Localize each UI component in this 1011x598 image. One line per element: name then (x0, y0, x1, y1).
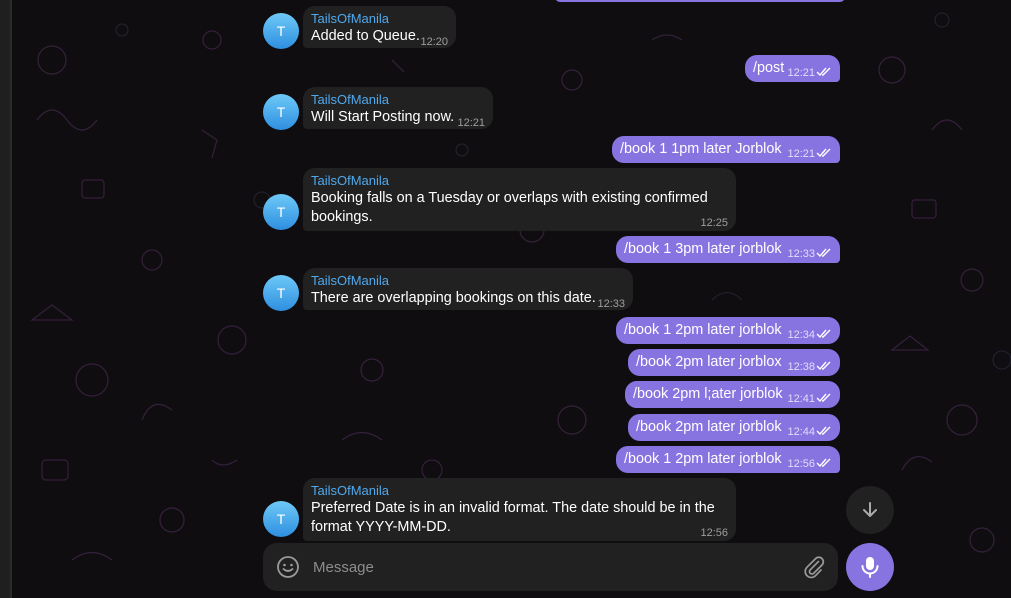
avatar-letter: T (276, 511, 286, 527)
avatar-letter: T (276, 204, 286, 220)
message-bubble-outgoing[interactable]: /book 1 1pm later Jorblok 12:21 (612, 136, 840, 163)
previous-message-edge (555, 0, 845, 2)
message-text: /book 1 2pm later jorblok (624, 322, 782, 338)
message-time: 12:21 (787, 64, 832, 83)
message-text: /book 1 2pm later jorblok (624, 451, 782, 467)
message-time: 12:34 (787, 326, 832, 345)
voice-message-button[interactable] (846, 543, 894, 591)
message-text: /book 1 3pm later jorblok (624, 241, 782, 257)
double-check-icon (816, 148, 831, 158)
double-check-icon (816, 329, 831, 339)
time-value: 12:34 (787, 329, 815, 341)
scroll-to-bottom-button[interactable] (846, 486, 894, 534)
message-time: 12:20 (420, 36, 448, 48)
message-text-line-2: format YYYY-MM-DD. (311, 519, 451, 535)
message-bubble-incoming[interactable]: TailsOfManila Will Start Posting now. 12… (303, 87, 493, 129)
message-bubble-outgoing[interactable]: /post 12:21 (745, 55, 840, 82)
message-bubble-outgoing[interactable]: /book 2pm later jorblox 12:38 (628, 349, 840, 376)
time-value: 12:21 (787, 148, 815, 160)
message-bubble-incoming[interactable]: TailsOfManila Booking falls on a Tuesday… (303, 168, 736, 231)
sender-name[interactable]: TailsOfManila (311, 483, 728, 499)
bot-avatar[interactable]: T (263, 13, 299, 49)
smile-icon[interactable] (275, 554, 301, 580)
sender-name[interactable]: TailsOfManila (311, 173, 728, 189)
message-time: 12:25 (700, 217, 728, 229)
sender-name[interactable]: TailsOfManila (311, 11, 448, 27)
message-text: Will Start Posting now. (311, 109, 455, 125)
time-value: 12:38 (787, 361, 815, 373)
message-text: /book 2pm later jorblok (636, 419, 782, 435)
arrow-down-icon (863, 502, 877, 517)
message-bubble-outgoing[interactable]: /book 1 2pm later jorblok 12:34 (616, 317, 840, 344)
message-bubble-incoming[interactable]: TailsOfManila There are overlapping book… (303, 268, 633, 310)
time-value: 12:21 (787, 67, 815, 79)
message-time: 12:56 (700, 527, 728, 539)
message-text: /book 2pm later jorblox (636, 354, 782, 370)
avatar-letter: T (276, 104, 286, 120)
message-bubble-outgoing[interactable]: /book 2pm later jorblok 12:44 (628, 414, 840, 441)
sender-name[interactable]: TailsOfManila (311, 273, 625, 289)
message-time: 12:21 (457, 117, 485, 129)
message-text: /book 1 1pm later Jorblok (620, 141, 782, 157)
message-time: 12:33 (787, 245, 832, 264)
bot-avatar[interactable]: T (263, 275, 299, 311)
message-time: 12:56 (787, 455, 832, 474)
message-text: There are overlapping bookings on this d… (311, 290, 596, 306)
avatar-letter: T (276, 285, 286, 301)
message-time: 12:38 (787, 358, 832, 377)
sender-name[interactable]: TailsOfManila (311, 92, 485, 108)
message-bubble-outgoing[interactable]: /book 1 2pm later jorblok 12:56 (616, 446, 840, 473)
message-bubble-incoming[interactable]: TailsOfManila Added to Queue. 12:20 (303, 6, 456, 48)
avatar-letter: T (276, 23, 286, 39)
message-text-line-1: Preferred Date is in an invalid format. … (311, 500, 715, 516)
time-value: 12:44 (787, 426, 815, 438)
message-time: 12:44 (787, 423, 832, 442)
message-bubble-incoming[interactable]: TailsOfManila Preferred Date is in an in… (303, 478, 736, 541)
message-text-line-1: Booking falls on a Tuesday or overlaps w… (311, 190, 708, 206)
double-check-icon (816, 361, 831, 371)
paperclip-icon[interactable] (802, 555, 826, 579)
message-text: /book 2pm l;ater jorblok (633, 386, 783, 402)
message-bubble-outgoing[interactable]: /book 1 3pm later jorblok 12:33 (616, 236, 840, 263)
message-text-line-2: bookings. (311, 209, 373, 225)
message-time: 12:41 (787, 390, 832, 409)
time-value: 12:56 (787, 458, 815, 470)
double-check-icon (816, 248, 831, 258)
bot-avatar[interactable]: T (263, 194, 299, 230)
message-input[interactable] (313, 558, 783, 576)
message-bubble-outgoing[interactable]: /book 2pm l;ater jorblok 12:41 (625, 381, 840, 408)
double-check-icon (816, 67, 831, 77)
microphone-icon (861, 557, 879, 578)
double-check-icon (816, 393, 831, 403)
message-text: /post (753, 60, 785, 76)
bot-avatar[interactable]: T (263, 501, 299, 537)
bot-avatar[interactable]: T (263, 94, 299, 130)
double-check-icon (816, 458, 831, 468)
time-value: 12:33 (787, 248, 815, 260)
message-composer (263, 543, 838, 591)
message-text: Added to Queue. (311, 28, 420, 44)
time-value: 12:41 (787, 393, 815, 405)
message-time: 12:21 (787, 145, 832, 164)
message-time: 12:33 (597, 298, 625, 310)
double-check-icon (816, 426, 831, 436)
